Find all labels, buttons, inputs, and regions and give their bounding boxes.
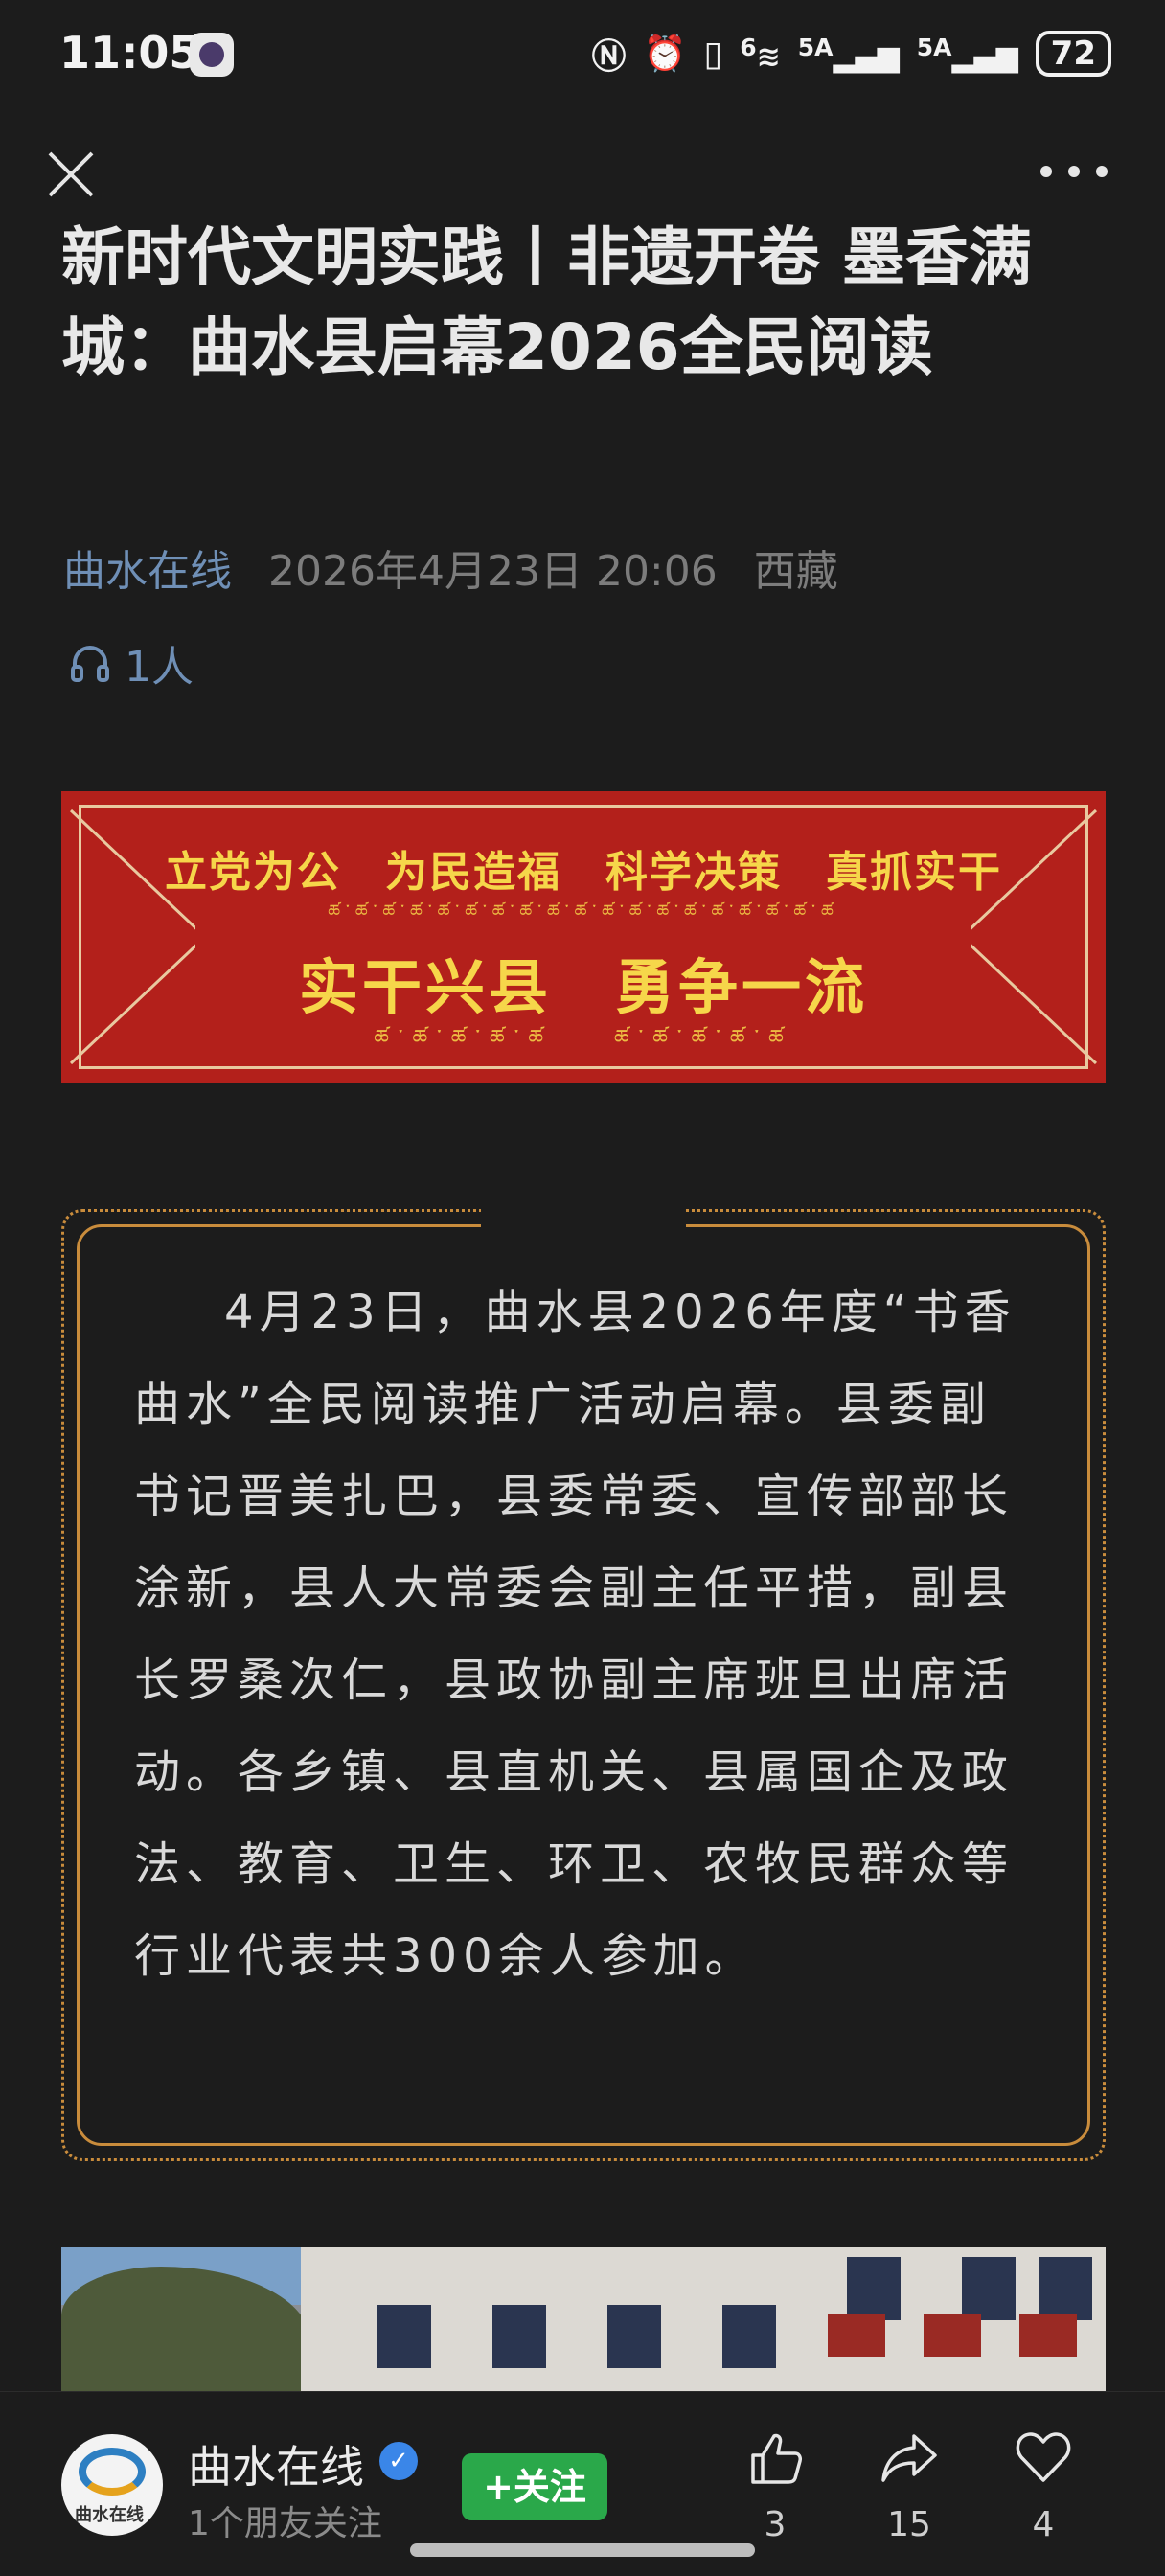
logo-ring: [79, 2448, 146, 2496]
border-gap: [481, 1203, 686, 1236]
banner-tibetan-1: ཚ་ཚ་ཚ་ཚ་ཚ་ཚ་ཚ་ཚ་ཚ་ཚ་ཚ་ཚ་ཚ་ཚ་ཚ་ཚ་ཚ་ཚ་ཚ: [328, 901, 839, 922]
heart-icon: [1016, 2432, 1071, 2482]
publish-date: 2026年4月23日 20:06: [268, 547, 718, 596]
signal-1-icon: 5A▂▄▆: [797, 34, 900, 74]
thumbs-up-icon: [751, 2433, 802, 2484]
headphones-icon: [71, 646, 109, 682]
share-icon: [881, 2434, 937, 2482]
banner-slogan-2: 实干兴县 勇争一流: [298, 952, 868, 1022]
banner-slogan-1: 立党为公 为民造福 科学决策 真抓实干: [165, 848, 1002, 897]
share-count: 15: [887, 2505, 931, 2544]
more-dots-icon: [1040, 166, 1052, 177]
battery-indicator: 72: [1035, 31, 1111, 77]
listener-count-label: 1人: [125, 643, 194, 692]
account-avatar[interactable]: 曲水在线: [61, 2434, 163, 2536]
alarm-icon: ⏰: [643, 34, 687, 74]
listen-count[interactable]: 1人: [69, 632, 194, 694]
signal-2-icon: 5A▂▄▆: [916, 34, 1018, 74]
source-link[interactable]: 曲水在线: [63, 536, 232, 598]
article-title: 新时代文明实践丨非遗开卷 墨香满城：曲水县启幕2026全民阅读: [61, 220, 1032, 384]
banner-tibetan-2: ཚ་ཚ་ཚ་ཚ་ཚ ཚ་ཚ་ཚ་ཚ་ཚ: [374, 1026, 793, 1050]
close-button[interactable]: [42, 146, 100, 203]
vibrate-icon: ▯: [703, 34, 723, 74]
region-label: 西藏: [753, 547, 838, 596]
more-options-button[interactable]: [1040, 157, 1108, 186]
favorite-count: 4: [1032, 2505, 1055, 2544]
like-count: 3: [764, 2505, 787, 2544]
slogan-banner: 立党为公 为民造福 科学决策 真抓实干 ཚ་ཚ་ཚ་ཚ་ཚ་ཚ་ཚ་ཚ་ཚ་ཚ་…: [61, 791, 1106, 1083]
system-icons: Ⓝ ⏰ ▯ 6≋ 5A▂▄▆ 5A▂▄▆ 72: [592, 29, 1111, 79]
like-button[interactable]: 3: [732, 2427, 818, 2544]
account-name[interactable]: 曲水在线: [188, 2432, 364, 2496]
bottom-action-bar: 曲水在线 曲水在线 ✓ 1个朋友关注 +关注 3 15 4: [0, 2391, 1165, 2576]
home-indicator[interactable]: [410, 2543, 755, 2557]
wifi-icon: 6≋: [740, 34, 781, 74]
follow-button[interactable]: +关注: [462, 2453, 607, 2520]
share-button[interactable]: 15: [866, 2427, 952, 2544]
top-nav: [0, 134, 1165, 211]
logo-signature: 曲水在线: [75, 2505, 144, 2525]
article-body-text: 4月23日，曲水县2026年度“书香曲水”全民阅读推广活动启幕。县委副书记晋美扎…: [134, 1286, 1017, 1983]
status-bar: 11:05 Ⓝ ⏰ ▯ 6≋ 5A▂▄▆ 5A▂▄▆ 72: [0, 0, 1165, 115]
status-time: 11:05: [59, 27, 200, 79]
verified-badge-icon: ✓: [379, 2442, 418, 2480]
article-text-box: 4月23日，曲水县2026年度“书香曲水”全民阅读推广活动启幕。县委副书记晋美扎…: [61, 1203, 1106, 2161]
article-meta: 曲水在线 2026年4月23日 20:06 西藏: [63, 536, 838, 598]
favorite-button[interactable]: 4: [1000, 2427, 1086, 2544]
notification-app-icon: [190, 33, 234, 77]
nfc-icon: Ⓝ: [591, 37, 627, 77]
close-icon: [48, 151, 94, 197]
friends-following-label: 1个朋友关注: [188, 2504, 382, 2543]
article-photo[interactable]: [61, 2247, 1106, 2391]
